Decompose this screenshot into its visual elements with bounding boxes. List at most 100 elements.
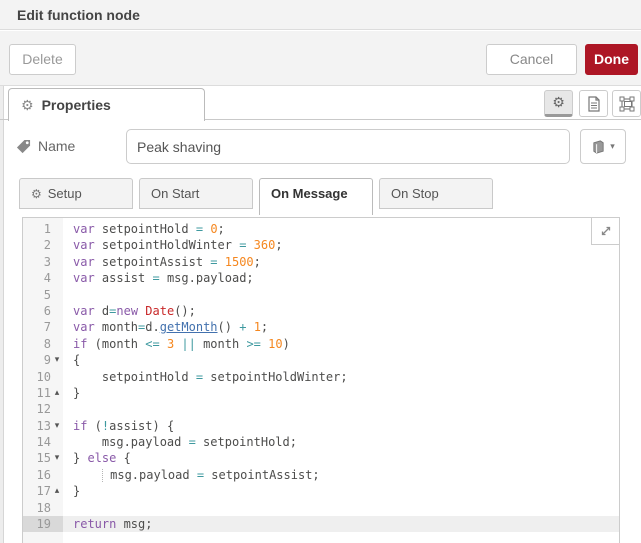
code-line[interactable]: 8if (month <= 3 || month >= 10) <box>23 336 619 352</box>
tab-on-stop[interactable]: On Stop <box>379 178 493 209</box>
gear-icon: ⚙ <box>31 187 42 201</box>
fold-spacer <box>51 254 63 270</box>
code-text: } <box>63 385 619 401</box>
gutter-cell: 10 <box>23 369 63 385</box>
code-text: return msg; <box>63 516 619 532</box>
code-line[interactable]: 9▾{ <box>23 352 619 368</box>
book-icon <box>591 140 606 154</box>
fold-spacer <box>51 516 63 532</box>
line-number: 1 <box>23 221 51 237</box>
line-number: 7 <box>23 319 51 335</box>
code-text: if (!assist) { <box>63 418 619 434</box>
tab-properties[interactable]: ⚙ Properties <box>8 88 205 121</box>
code-line[interactable]: 14 msg.payload = setpointHold; <box>23 434 619 450</box>
code-text: var assist = msg.payload; <box>63 270 619 286</box>
line-number: 9 <box>23 352 51 368</box>
line-number: 10 <box>23 369 51 385</box>
gutter-cell: 13▾ <box>23 418 63 434</box>
gutter-cell: 2 <box>23 237 63 253</box>
gutter-cell: 5 <box>23 287 63 303</box>
editor-lines: 1var setpointHold = 0;2var setpointHoldW… <box>23 221 619 532</box>
fold-widget-icon[interactable]: ▾ <box>51 418 63 434</box>
code-line[interactable]: 7var month=d.getMonth() + 1; <box>23 319 619 335</box>
code-line[interactable]: 10 setpointHold = setpointHoldWinter; <box>23 369 619 385</box>
fold-widget-icon[interactable]: ▾ <box>51 450 63 466</box>
line-number: 16 <box>23 467 51 483</box>
chevron-down-icon: ▾ <box>610 141 615 152</box>
code-editor[interactable]: 1var setpointHold = 0;2var setpointHoldW… <box>22 217 620 543</box>
code-line[interactable]: 3 var setpointAssist = 1500; <box>23 254 619 270</box>
fold-spacer <box>51 336 63 352</box>
editor-expand-button[interactable] <box>591 218 619 245</box>
line-number: 3 <box>23 254 51 270</box>
document-icon <box>587 96 601 112</box>
fold-widget-icon[interactable]: ▴ <box>51 483 63 499</box>
done-button[interactable]: Done <box>585 44 638 75</box>
gutter-cell: 9▾ <box>23 352 63 368</box>
code-line[interactable]: 6 var d=new Date(); <box>23 303 619 319</box>
line-number: 8 <box>23 336 51 352</box>
description-toolbar-button[interactable] <box>579 90 608 117</box>
gear-icon: ⚙ <box>21 97 34 114</box>
fold-widget-icon[interactable]: ▾ <box>51 352 63 368</box>
function-tabs: ⚙ Setup On Start On Message On Stop <box>19 178 493 215</box>
code-text: var d=new Date(); <box>63 303 619 319</box>
line-number: 11 <box>23 385 51 401</box>
code-text: var setpointAssist = 1500; <box>63 254 619 270</box>
code-text: } else { <box>63 450 619 466</box>
tab-label: Setup <box>48 186 82 201</box>
fold-spacer <box>51 434 63 450</box>
gutter-cell: 12 <box>23 401 63 417</box>
delete-button[interactable]: Delete <box>9 44 76 75</box>
code-line[interactable]: 18 <box>23 500 619 516</box>
tab-setup[interactable]: ⚙ Setup <box>19 178 133 209</box>
gutter-cell: 16 <box>23 467 63 483</box>
code-text: msg.payload = setpointAssist; <box>63 467 619 483</box>
properties-toolbar-button[interactable]: ⚙ <box>544 90 573 117</box>
fold-spacer <box>51 303 63 319</box>
gutter-cell: 6 <box>23 303 63 319</box>
gutter-cell: 8 <box>23 336 63 352</box>
code-line[interactable]: 13▾if (!assist) { <box>23 418 619 434</box>
code-line[interactable]: 16 msg.payload = setpointAssist; <box>23 467 619 483</box>
line-number: 13 <box>23 418 51 434</box>
tab-label: On Message <box>271 186 348 201</box>
code-text <box>63 287 619 303</box>
gutter-cell: 14 <box>23 434 63 450</box>
label-options-button[interactable]: ▾ <box>580 129 626 164</box>
tab-on-message[interactable]: On Message <box>259 178 373 215</box>
code-line[interactable]: 15▾} else { <box>23 450 619 466</box>
fold-spacer <box>51 270 63 286</box>
fold-spacer <box>51 369 63 385</box>
expand-icon <box>600 225 612 237</box>
code-text <box>63 401 619 417</box>
line-number: 6 <box>23 303 51 319</box>
cancel-button[interactable]: Cancel <box>486 44 577 75</box>
code-line[interactable]: 4var assist = msg.payload; <box>23 270 619 286</box>
tab-on-start[interactable]: On Start <box>139 178 253 209</box>
tab-label: On Start <box>151 186 199 201</box>
code-line[interactable]: 5 <box>23 287 619 303</box>
tray-left-edge <box>0 86 4 543</box>
line-number: 19 <box>23 516 51 532</box>
edit-function-dialog: Edit function node Delete Cancel Done ⚙ … <box>0 0 641 543</box>
fold-spacer <box>51 401 63 417</box>
line-number: 17 <box>23 483 51 499</box>
code-line[interactable]: 12 <box>23 401 619 417</box>
fold-spacer <box>51 287 63 303</box>
code-line[interactable]: 19 return msg; <box>23 516 619 532</box>
code-text <box>63 500 619 516</box>
fold-spacer <box>51 500 63 516</box>
name-input[interactable] <box>126 129 570 164</box>
code-line[interactable]: 17▴} <box>23 483 619 499</box>
fold-spacer <box>51 467 63 483</box>
fold-widget-icon[interactable]: ▴ <box>51 385 63 401</box>
appearance-toolbar-button[interactable] <box>612 90 641 117</box>
line-number: 2 <box>23 237 51 253</box>
code-line[interactable]: 1var setpointHold = 0; <box>23 221 619 237</box>
code-line[interactable]: 11▴} <box>23 385 619 401</box>
gutter-cell: 17▴ <box>23 483 63 499</box>
code-line[interactable]: 2var setpointHoldWinter = 360; <box>23 237 619 253</box>
fold-spacer <box>51 237 63 253</box>
gutter-cell: 4 <box>23 270 63 286</box>
